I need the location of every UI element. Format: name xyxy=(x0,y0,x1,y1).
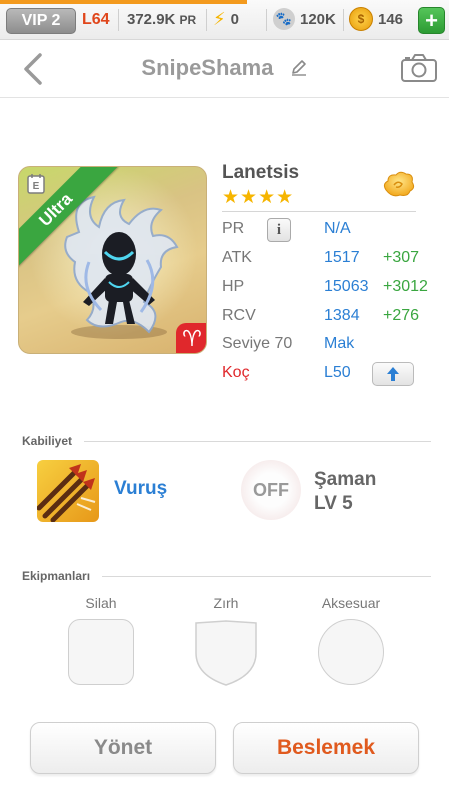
notebook-icon[interactable]: E xyxy=(25,173,47,195)
nav-header: SnipeShama xyxy=(0,41,449,98)
stat-bonus: +276 xyxy=(383,307,420,324)
power-rating-unit: PR xyxy=(179,13,197,27)
divider xyxy=(343,9,344,31)
monster-name: Lanetsis xyxy=(222,162,300,183)
stat-label: Seviye 70 xyxy=(222,335,293,352)
divider xyxy=(222,211,416,212)
monster-artwork xyxy=(64,195,179,339)
accessory-slot[interactable] xyxy=(318,619,384,685)
power-rating-value: 372.9K xyxy=(127,11,176,28)
player-level: L64 xyxy=(82,11,110,28)
stat-value: 1517 xyxy=(324,249,360,266)
slot-label-armor: Zırh xyxy=(213,595,239,611)
armor-slot-shield-icon[interactable] xyxy=(193,619,259,687)
lightning-icon: ⚡ xyxy=(213,9,226,29)
stat-value: N/A xyxy=(324,220,351,237)
leader-skill-level: LV 5 xyxy=(314,493,353,514)
gold-coin-icon: $ xyxy=(349,7,373,31)
zodiac-level: L50 xyxy=(324,364,351,381)
leader-skill-off-toggle[interactable]: OFF xyxy=(241,460,301,520)
manage-button[interactable]: Yönet xyxy=(30,722,216,774)
stat-label: PR xyxy=(222,220,245,237)
camera-icon[interactable] xyxy=(400,53,438,83)
experience-progress-bar xyxy=(0,0,247,4)
leader-skill-state: OFF xyxy=(253,479,289,500)
equipment-section-title: Ekipmanları xyxy=(22,569,91,583)
stat-label: HP xyxy=(222,278,245,295)
page-title-text: SnipeShama xyxy=(141,55,274,80)
top-status-bar: VIP 2 L64 372.9K PR ⚡ 0 🐾 120K $ 146 + xyxy=(0,0,449,40)
aries-zodiac-icon: ♈ xyxy=(176,323,206,353)
paw-icon: 🐾 xyxy=(273,8,295,30)
energy-counter[interactable]: ⚡ 0 xyxy=(213,9,239,30)
vip-badge[interactable]: VIP 2 xyxy=(6,8,76,34)
power-rating: 372.9K PR xyxy=(127,11,196,28)
star-rating: ★★★★ xyxy=(222,187,295,208)
skill-arrows-icon[interactable] xyxy=(37,460,99,522)
gold-coin-value: 146 xyxy=(378,11,404,28)
divider xyxy=(266,9,267,31)
page-title: SnipeShama xyxy=(0,55,449,82)
stat-label: ATK xyxy=(222,249,252,266)
stat-bonus: +3012 xyxy=(383,278,428,295)
slot-label-accessory: Aksesuar xyxy=(321,595,381,611)
arrow-up-icon xyxy=(387,367,399,381)
energy-value: 0 xyxy=(230,11,239,28)
stat-label: RCV xyxy=(222,307,256,324)
divider xyxy=(118,9,119,31)
info-button[interactable]: i xyxy=(267,218,291,242)
stat-bonus: +307 xyxy=(383,249,420,266)
weapon-slot[interactable] xyxy=(68,619,134,685)
buy-currency-button[interactable]: + xyxy=(418,7,445,34)
zodiac-label: Koç xyxy=(222,364,250,381)
leader-skill-name: Şaman xyxy=(314,469,377,490)
paw-currency-value: 120K xyxy=(300,11,336,28)
stat-value: 15063 xyxy=(324,278,369,295)
stat-value: Mak xyxy=(324,335,355,352)
monster-card[interactable]: E Ultra ♈ xyxy=(18,166,207,354)
skill-name[interactable]: Vuruş xyxy=(114,478,167,500)
element-cloud-icon xyxy=(383,171,415,197)
svg-text:E: E xyxy=(33,181,40,192)
upgrade-zodiac-button[interactable] xyxy=(372,362,414,386)
ability-section-title: Kabiliyet xyxy=(22,434,73,448)
feed-button[interactable]: Beslemek xyxy=(233,722,419,774)
divider xyxy=(206,9,207,31)
divider xyxy=(84,441,431,442)
divider xyxy=(102,576,431,577)
stat-value: 1384 xyxy=(324,307,360,324)
edit-pencil-icon[interactable] xyxy=(290,56,308,82)
slot-label-weapon: Silah xyxy=(85,595,117,611)
